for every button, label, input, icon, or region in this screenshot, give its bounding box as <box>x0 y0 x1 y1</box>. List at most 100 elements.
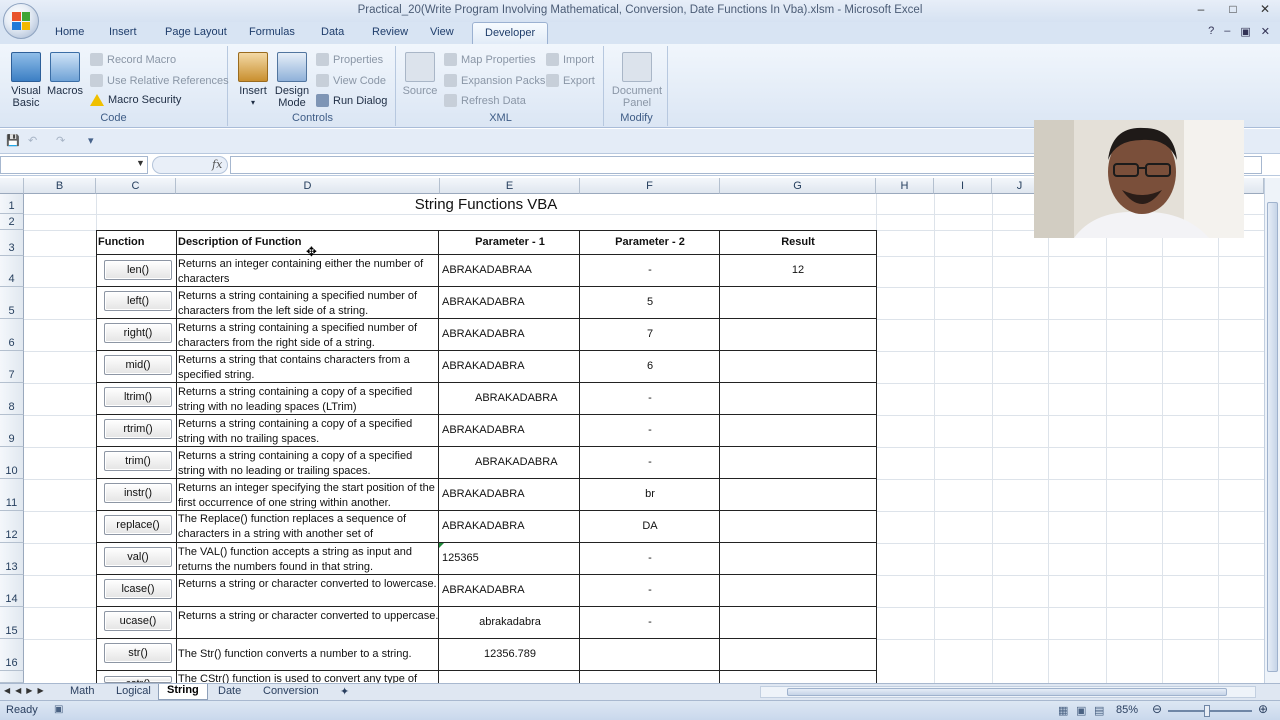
tab-home[interactable]: Home <box>55 26 84 38</box>
sheet-tab-conversion[interactable]: Conversion <box>263 685 319 697</box>
ribbon-close-icon[interactable]: ✕ <box>1261 25 1270 38</box>
parameter-1-cell[interactable]: ABRAKADABRA <box>442 328 525 340</box>
row-header[interactable]: 11 <box>0 479 24 511</box>
undo-icon[interactable]: ↶ <box>28 134 37 147</box>
column-header[interactable]: B <box>24 178 96 194</box>
view-code-button[interactable]: View Code <box>316 74 386 87</box>
zoom-slider[interactable] <box>1168 710 1252 712</box>
help-icon[interactable]: ? <box>1208 25 1214 38</box>
insert-sheet-icon[interactable]: ✦ <box>340 685 349 698</box>
val-button[interactable]: val() <box>104 547 172 567</box>
rtrim-button[interactable]: rtrim() <box>104 419 172 439</box>
macro-recording-icon[interactable]: ▣ <box>54 704 63 715</box>
vertical-scroll-thumb[interactable] <box>1267 202 1278 672</box>
page-break-preview-icon[interactable]: ▤ <box>1094 704 1104 717</box>
row-header[interactable]: 10 <box>0 447 24 479</box>
parameter-1-cell[interactable]: ABRAKADABRAA <box>442 264 532 276</box>
parameter-2-cell[interactable]: - <box>580 584 720 596</box>
import-button[interactable]: Import <box>546 53 594 66</box>
instr-button[interactable]: instr() <box>104 483 172 503</box>
parameter-2-cell[interactable]: - <box>580 456 720 468</box>
save-icon[interactable]: 💾 <box>6 134 20 147</box>
source-button[interactable]: Source <box>402 52 438 97</box>
tab-data[interactable]: Data <box>321 26 344 38</box>
parameter-1-cell[interactable]: ABRAKADABRA <box>442 296 525 308</box>
str-button[interactable]: str() <box>104 643 172 663</box>
zoom-out-icon[interactable]: ⊖ <box>1152 702 1162 716</box>
map-properties-button[interactable]: Map Properties <box>444 53 536 66</box>
parameter-2-cell[interactable]: 5 <box>580 296 720 308</box>
use-relative-references-button[interactable]: Use Relative References <box>90 74 229 87</box>
column-header[interactable]: F <box>580 178 720 194</box>
len-button[interactable]: len() <box>104 260 172 280</box>
ucase-button[interactable]: ucase() <box>104 611 172 631</box>
right-button[interactable]: right() <box>104 323 172 343</box>
tab-formulas[interactable]: Formulas <box>249 26 295 38</box>
parameter-1-cell[interactable]: ABRAKADABRA <box>442 584 525 596</box>
macros-button[interactable]: Macros <box>46 52 84 97</box>
row-header[interactable] <box>0 671 24 683</box>
export-button[interactable]: Export <box>546 74 595 87</box>
mid-button[interactable]: mid() <box>104 355 172 375</box>
parameter-2-cell[interactable]: 7 <box>580 328 720 340</box>
row-header[interactable]: 1 <box>0 194 24 214</box>
parameter-1-cell[interactable]: 125365 <box>442 552 479 564</box>
visual-basic-button[interactable]: Visual Basic <box>8 52 44 109</box>
row-header[interactable]: 4 <box>0 256 24 287</box>
name-box[interactable] <box>0 156 148 174</box>
close-button[interactable]: ✕ <box>1254 2 1276 16</box>
row-header[interactable]: 8 <box>0 383 24 415</box>
parameter-2-cell[interactable]: - <box>580 552 720 564</box>
select-all-corner[interactable] <box>0 178 24 194</box>
row-header[interactable]: 12 <box>0 511 24 543</box>
tab-page-layout[interactable]: Page Layout <box>165 26 227 38</box>
ribbon-restore-icon[interactable]: ▣ <box>1240 25 1250 38</box>
properties-button[interactable]: Properties <box>316 53 383 66</box>
row-header[interactable]: 7 <box>0 351 24 383</box>
zoom-slider-thumb[interactable] <box>1204 705 1210 717</box>
ribbon-minimize-icon[interactable]: ‒ <box>1224 25 1230 38</box>
parameter-2-cell[interactable]: DA <box>580 520 720 532</box>
trim-button[interactable]: trim() <box>104 451 172 471</box>
parameter-1-cell[interactable]: ABRAKADABRA <box>442 488 525 500</box>
macro-security-button[interactable]: Macro Security <box>90 94 181 106</box>
sheet-navigation-arrows-icon[interactable]: ◀◀▶▶ <box>4 686 49 695</box>
parameter-1-cell[interactable]: abrakadabra <box>440 616 580 628</box>
row-header[interactable]: 13 <box>0 543 24 575</box>
parameter-1-cell[interactable]: 12356.789 <box>440 648 580 660</box>
expansion-packs-button[interactable]: Expansion Packs <box>444 74 545 87</box>
sheet-tab-string[interactable]: String <box>158 684 208 700</box>
insert-function-icon[interactable]: fx <box>212 158 222 171</box>
vertical-scrollbar[interactable] <box>1264 178 1280 683</box>
parameter-2-cell[interactable]: br <box>580 488 720 500</box>
result-cell[interactable]: 12 <box>720 264 876 276</box>
zoom-in-icon[interactable]: ⊕ <box>1258 702 1268 716</box>
maximize-button[interactable]: □ <box>1222 2 1244 16</box>
refresh-data-button[interactable]: Refresh Data <box>444 94 526 107</box>
design-mode-button[interactable]: Design Mode <box>274 52 310 109</box>
parameter-1-cell[interactable]: ABRAKADABRA <box>475 456 558 468</box>
column-header[interactable]: C <box>96 178 176 194</box>
redo-icon[interactable]: ↷ <box>56 134 65 147</box>
column-header[interactable]: H <box>876 178 934 194</box>
record-macro-button[interactable]: Record Macro <box>90 53 176 66</box>
sheet-tab-date[interactable]: Date <box>218 685 241 697</box>
lcase-button[interactable]: lcase() <box>104 579 172 599</box>
column-header[interactable]: D <box>176 178 440 194</box>
sheet-tab-math[interactable]: Math <box>70 685 94 697</box>
ltrim-button[interactable]: ltrim() <box>104 387 172 407</box>
parameter-2-cell[interactable]: - <box>580 264 720 276</box>
parameter-2-cell[interactable]: - <box>580 616 720 628</box>
row-header[interactable]: 9 <box>0 415 24 447</box>
column-header[interactable]: I <box>934 178 992 194</box>
cstr-button[interactable]: cstr() <box>104 676 172 683</box>
zoom-level[interactable]: 85% <box>1116 704 1138 716</box>
tab-review[interactable]: Review <box>372 26 408 38</box>
run-dialog-button[interactable]: Run Dialog <box>316 94 387 107</box>
tab-developer[interactable]: Developer <box>472 22 549 44</box>
column-header[interactable]: E <box>440 178 580 194</box>
parameter-1-cell[interactable]: ABRAKADABRA <box>475 392 558 404</box>
row-header[interactable]: 6 <box>0 319 24 351</box>
customize-toolbar-icon[interactable]: ▾ <box>88 134 94 147</box>
row-header[interactable]: 16 <box>0 639 24 671</box>
